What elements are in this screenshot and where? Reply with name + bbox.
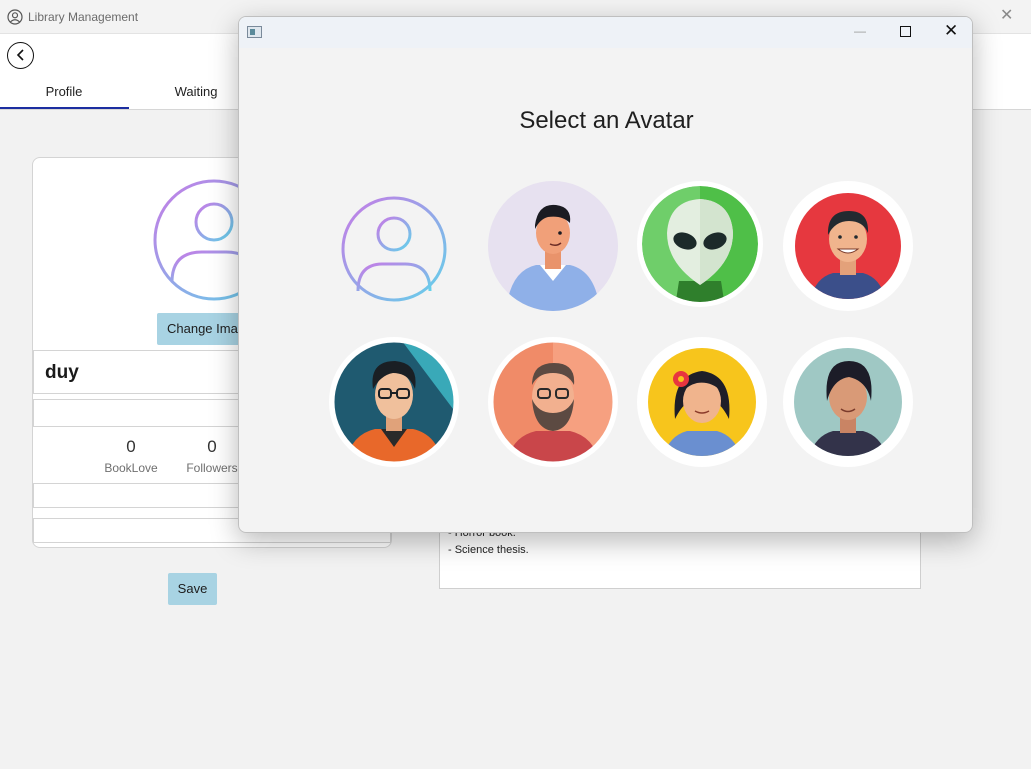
active-tab-indicator	[0, 107, 129, 109]
dialog-heading: Select an Avatar	[519, 107, 694, 134]
followers-label: Followers	[186, 461, 238, 475]
maximize-icon[interactable]	[900, 26, 911, 37]
user-circle-icon	[7, 9, 23, 25]
save-button[interactable]: Save	[168, 573, 217, 605]
dialog-titlebar: — ✕	[239, 17, 972, 48]
chevron-left-icon	[16, 49, 24, 61]
description-line: - Science thesis.	[448, 544, 529, 556]
stat-booklove: 0 BookLove	[101, 437, 161, 475]
man-casual-avatar[interactable]	[488, 181, 618, 311]
alien-avatar[interactable]	[637, 181, 763, 307]
avatar-dialog: — ✕ Select an Avatar	[238, 16, 973, 533]
window-title: Library Management	[28, 10, 139, 24]
glasses-man-avatar[interactable]	[329, 337, 459, 467]
woman-short-hair-avatar[interactable]	[783, 337, 913, 467]
smiling-man-avatar[interactable]	[783, 181, 913, 311]
close-icon[interactable]: ✕	[1000, 8, 1013, 24]
woman-flower-avatar[interactable]	[637, 337, 767, 467]
back-button[interactable]	[7, 42, 34, 69]
default-user-icon[interactable]	[329, 183, 459, 313]
tab-profile[interactable]: Profile	[0, 84, 128, 99]
stat-followers: 0 Followers	[182, 437, 242, 475]
window-icon	[247, 26, 262, 38]
booklove-count: 0	[126, 437, 136, 456]
bearded-man-avatar[interactable]	[488, 337, 618, 467]
booklove-label: BookLove	[104, 461, 158, 475]
minimize-icon[interactable]: —	[854, 24, 866, 38]
close-icon[interactable]: ✕	[944, 22, 958, 40]
followers-count: 0	[207, 437, 217, 456]
